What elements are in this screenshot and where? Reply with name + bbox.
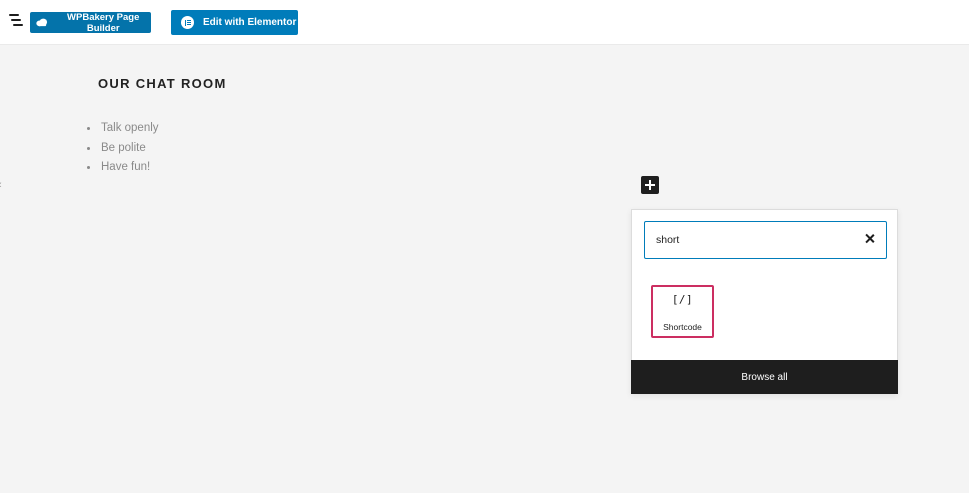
edit-with-elementor-button[interactable]: Edit with Elementor bbox=[171, 10, 298, 35]
list-item: Have fun! bbox=[86, 158, 159, 178]
plus-icon-bar bbox=[645, 184, 655, 186]
elementor-button-label: Edit with Elementor bbox=[203, 17, 297, 28]
list-view-icon-line bbox=[11, 19, 21, 21]
top-toolbar: WPBakery Page Builder Edit with Elemento… bbox=[0, 0, 969, 44]
block-inserter-popover: [/] Shortcode Browse all bbox=[631, 209, 898, 394]
elementor-icon bbox=[181, 16, 194, 29]
bullet-icon bbox=[87, 146, 90, 150]
block-search-input[interactable] bbox=[645, 222, 861, 257]
bullet-icon bbox=[87, 166, 90, 169]
wpbakery-button-label: WPBakery Page Builder bbox=[67, 11, 140, 34]
list-view-icon-line bbox=[13, 24, 23, 26]
list-view-icon bbox=[9, 14, 19, 16]
list-item: Talk openly bbox=[86, 119, 159, 139]
page-heading: OUR CHAT ROOM bbox=[98, 76, 227, 91]
document-overview-toggle[interactable] bbox=[9, 14, 25, 28]
list-item: Be polite bbox=[86, 139, 159, 159]
rules-list: Talk openly Be polite Have fun! bbox=[86, 119, 159, 178]
block-inserter-toggle[interactable] bbox=[641, 176, 659, 194]
bullet-icon bbox=[87, 127, 90, 130]
block-result-shortcode[interactable]: [/] Shortcode bbox=[651, 285, 714, 338]
wpbakery-button[interactable]: WPBakery Page Builder bbox=[30, 11, 151, 34]
shortcode-icon: [/] bbox=[671, 293, 694, 306]
browse-all-button[interactable]: Browse all bbox=[631, 360, 898, 394]
block-result-label: Shortcode bbox=[663, 322, 702, 332]
clear-search-button[interactable] bbox=[863, 232, 877, 246]
cloud-icon bbox=[36, 18, 48, 27]
chevron-left-icon: ‹ bbox=[0, 180, 2, 191]
block-search bbox=[644, 221, 887, 259]
